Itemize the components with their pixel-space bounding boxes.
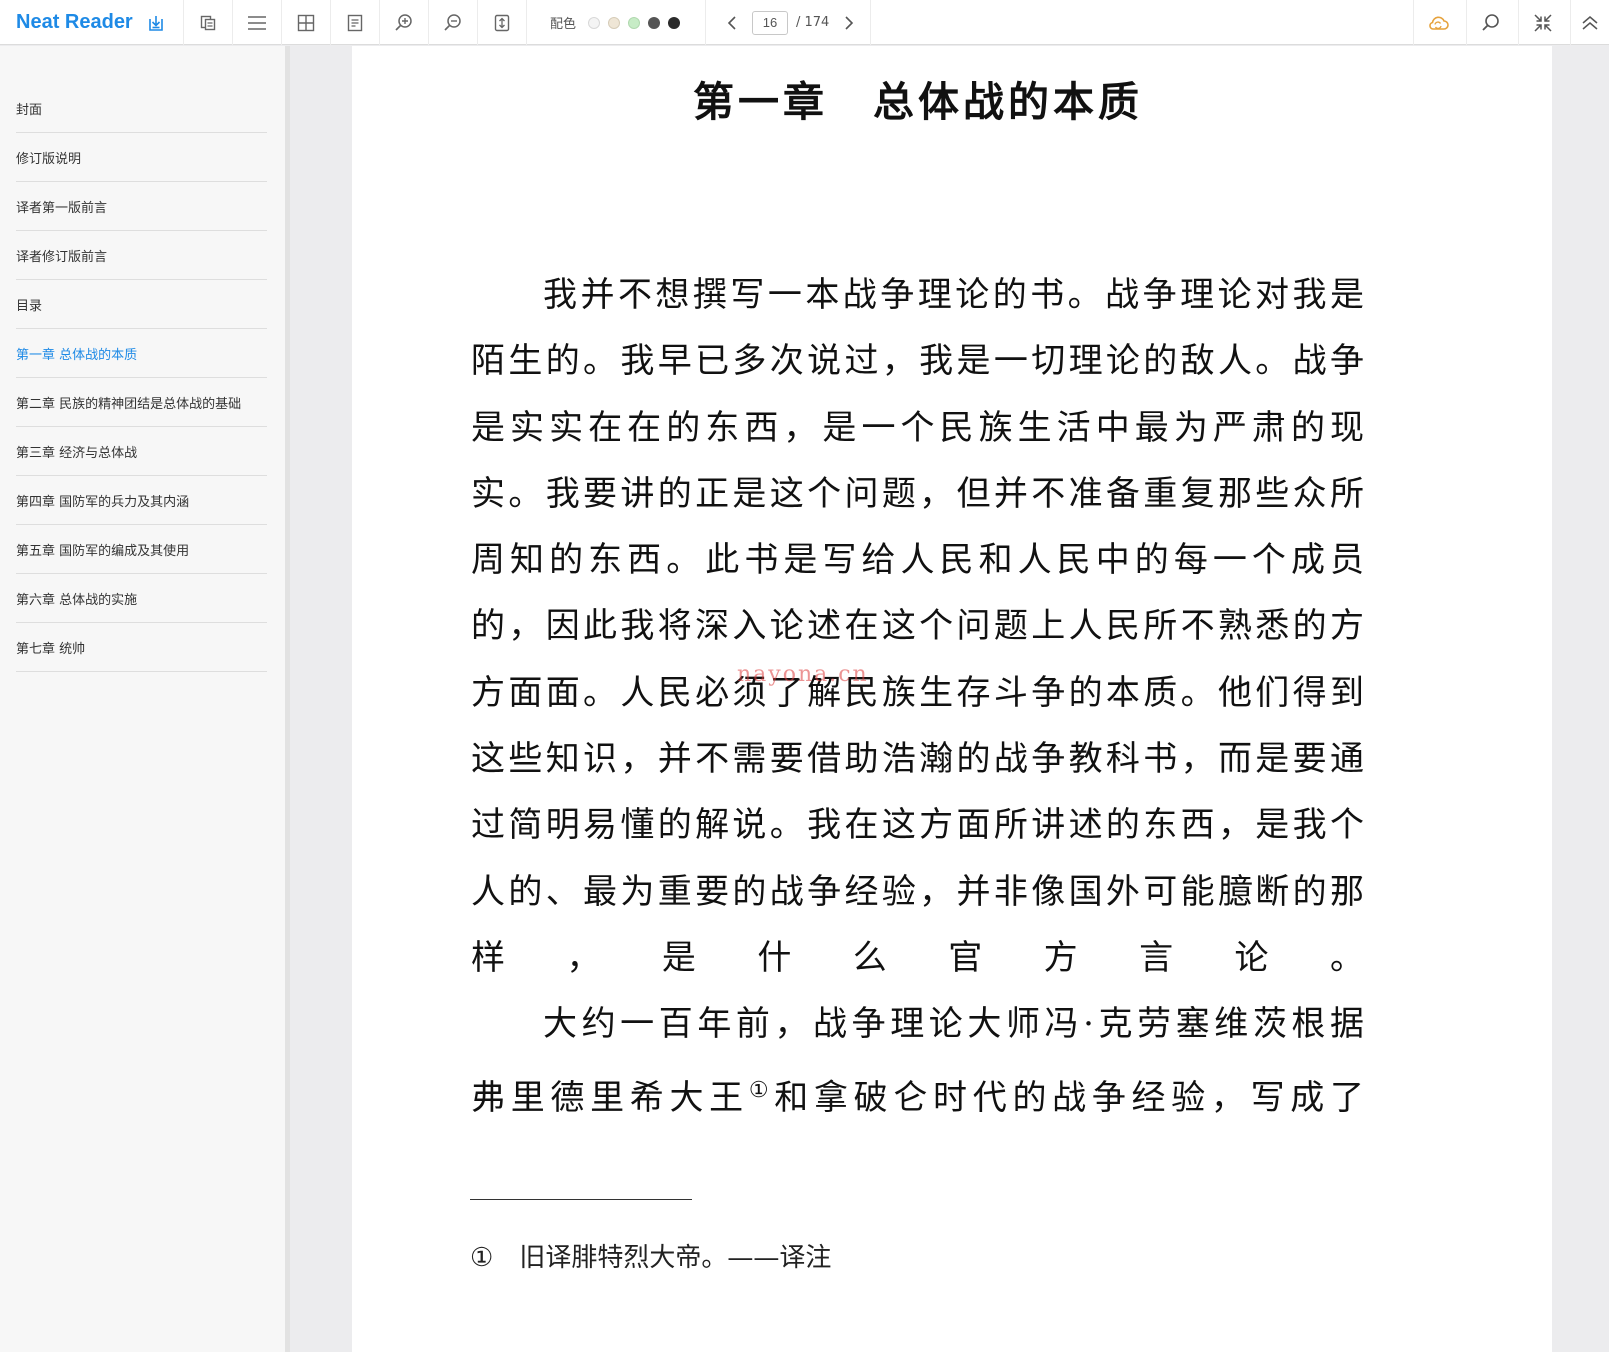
theme-sepia-swatch[interactable] <box>608 16 621 29</box>
footnote-text: 旧译腓特烈大帝。——译注 <box>519 1243 832 1273</box>
body-line-part: 和拿破仑时代的战争经验，写成了 <box>774 1077 1364 1118</box>
copy-button[interactable] <box>183 0 232 45</box>
zoom-in-icon <box>394 13 414 33</box>
theme-dark-swatch[interactable] <box>668 16 681 29</box>
body-line: 这些知识，并不需要借助浩瀚的战争教科书，而是要通 <box>471 739 1364 780</box>
fit-height-icon <box>493 14 511 32</box>
copy-icon <box>199 14 217 32</box>
scroll-top-icon <box>1581 15 1599 31</box>
toolbar-divider <box>705 0 706 45</box>
zoom-in-button[interactable] <box>379 0 428 45</box>
toc-item-revised-preface[interactable]: 译者修订版前言 <box>16 231 267 280</box>
body-line: 我并不想撰写一本战争理论的书。战争理论对我是 <box>543 275 1364 315</box>
prev-page-icon[interactable] <box>720 11 744 35</box>
scroll-top-button[interactable] <box>1570 0 1609 45</box>
search-icon <box>1481 13 1501 33</box>
theme-label: 配色 <box>550 17 577 32</box>
body-line: 方面面。人民必须了解民族生存斗争的本质。他们得到 <box>471 672 1364 713</box>
toc-sidebar: 封面 修订版说明 译者第一版前言 译者修订版前言 目录 第一章 总体战的本质 第… <box>0 46 290 1352</box>
page-total: / 174 <box>796 15 830 30</box>
toc-item-chapter-6[interactable]: 第六章 总体战的实施 <box>16 574 267 623</box>
body-line-with-footnote: 弗里德里希大王①和拿破仑时代的战争经验，写成了 <box>471 1058 1364 1124</box>
theme-green-swatch[interactable] <box>628 16 641 29</box>
zoom-out-icon <box>443 13 463 33</box>
watermark-text: nayona.cn <box>737 662 869 687</box>
grid-icon <box>297 14 315 32</box>
color-theme-picker: 配色 <box>550 0 681 45</box>
footnote-divider <box>470 1199 692 1200</box>
toc-item-chapter-3[interactable]: 第三章 经济与总体战 <box>16 427 267 476</box>
brand: Neat Reader <box>16 0 165 45</box>
toc-item-cover[interactable]: 封面 <box>16 84 267 133</box>
footnote-mark: ① <box>470 1243 494 1273</box>
toc-item-revision-note[interactable]: 修订版说明 <box>16 133 267 182</box>
toc-item-chapter-2[interactable]: 第二章 民族的精神团结是总体战的基础 <box>16 378 267 427</box>
next-page-icon[interactable] <box>837 11 861 35</box>
toc-item-chapter-7[interactable]: 第七章 统帅 <box>16 623 267 672</box>
footnote-ref[interactable]: ① <box>749 1078 774 1103</box>
app-name: Neat Reader <box>16 11 133 33</box>
toc-item-chapter-4[interactable]: 第四章 国防军的兵力及其内涵 <box>16 476 267 525</box>
cloud-sync-icon <box>1427 14 1449 32</box>
page-navigator: / 174 <box>720 0 861 45</box>
theme-gray-swatch[interactable] <box>648 16 661 29</box>
toc-menu-button[interactable] <box>232 0 281 45</box>
footnote: ① 旧译腓特烈大帝。——译注 <box>470 1237 831 1274</box>
body-line: 实。我要讲的正是这个问题，但并不准备重复那些众所 <box>471 473 1364 514</box>
notes-button[interactable] <box>330 0 379 45</box>
body-line: 周知的东西。此书是写给人民和人民中的每一个成员 <box>471 540 1364 581</box>
body-line: 人的、最为重要的战争经验，并非像国外可能臆断的那 <box>471 871 1364 912</box>
zoom-out-button[interactable] <box>428 0 477 45</box>
toolbar-divider <box>526 0 527 45</box>
collapse-icon <box>1533 13 1553 33</box>
toc-item-chapter-5[interactable]: 第五章 国防军的编成及其使用 <box>16 525 267 574</box>
body-line: 过简明易懂的解说。我在这方面所讲述的东西，是我个 <box>471 805 1364 846</box>
chapter-title: 第一章 总体战的本质 <box>693 78 1143 126</box>
body-line-part: 弗里德里希大王 <box>471 1077 749 1118</box>
cloud-sync-button[interactable] <box>1413 0 1462 45</box>
body-line: 大约一百年前，战争理论大师冯·克劳塞维茨根据 <box>543 1004 1364 1045</box>
body-line: 的，因此我将深入论述在这个问题上人民所不熟悉的方 <box>471 606 1364 647</box>
page-margin-right <box>1552 46 1609 1352</box>
collapse-button[interactable] <box>1518 0 1567 45</box>
toc-item-first-preface[interactable]: 译者第一版前言 <box>16 182 267 231</box>
toc-item-chapter-1[interactable]: 第一章 总体战的本质 <box>16 329 267 378</box>
grid-view-button[interactable] <box>281 0 330 45</box>
toolbar-divider <box>870 0 871 45</box>
body-line: 陌生的。我早已多次说过，我是一切理论的敌人。战争 <box>471 341 1364 382</box>
save-to-library-icon[interactable] <box>147 14 165 32</box>
toc-item-contents[interactable]: 目录 <box>16 280 267 329</box>
toc-list: 封面 修订版说明 译者第一版前言 译者修订版前言 目录 第一章 总体战的本质 第… <box>16 84 267 672</box>
chapter-body: 我并不想撰写一本战争理论的书。战争理论对我是 陌生的。我早已多次说过，我是一切理… <box>471 262 1364 1124</box>
theme-white-swatch[interactable] <box>588 16 601 29</box>
fit-height-button[interactable] <box>477 0 526 45</box>
body-line: 样，是什么官方言论。 <box>471 937 1364 978</box>
body-line: 是实实在在的东西，是一个民族生活中最为严肃的现 <box>471 407 1364 448</box>
toc-menu-icon <box>247 15 267 31</box>
search-button[interactable] <box>1466 0 1515 45</box>
notes-icon <box>346 14 364 32</box>
page-number-input[interactable] <box>752 10 788 35</box>
top-toolbar: Neat Reader 配色 16 / 174 <box>0 0 1609 45</box>
